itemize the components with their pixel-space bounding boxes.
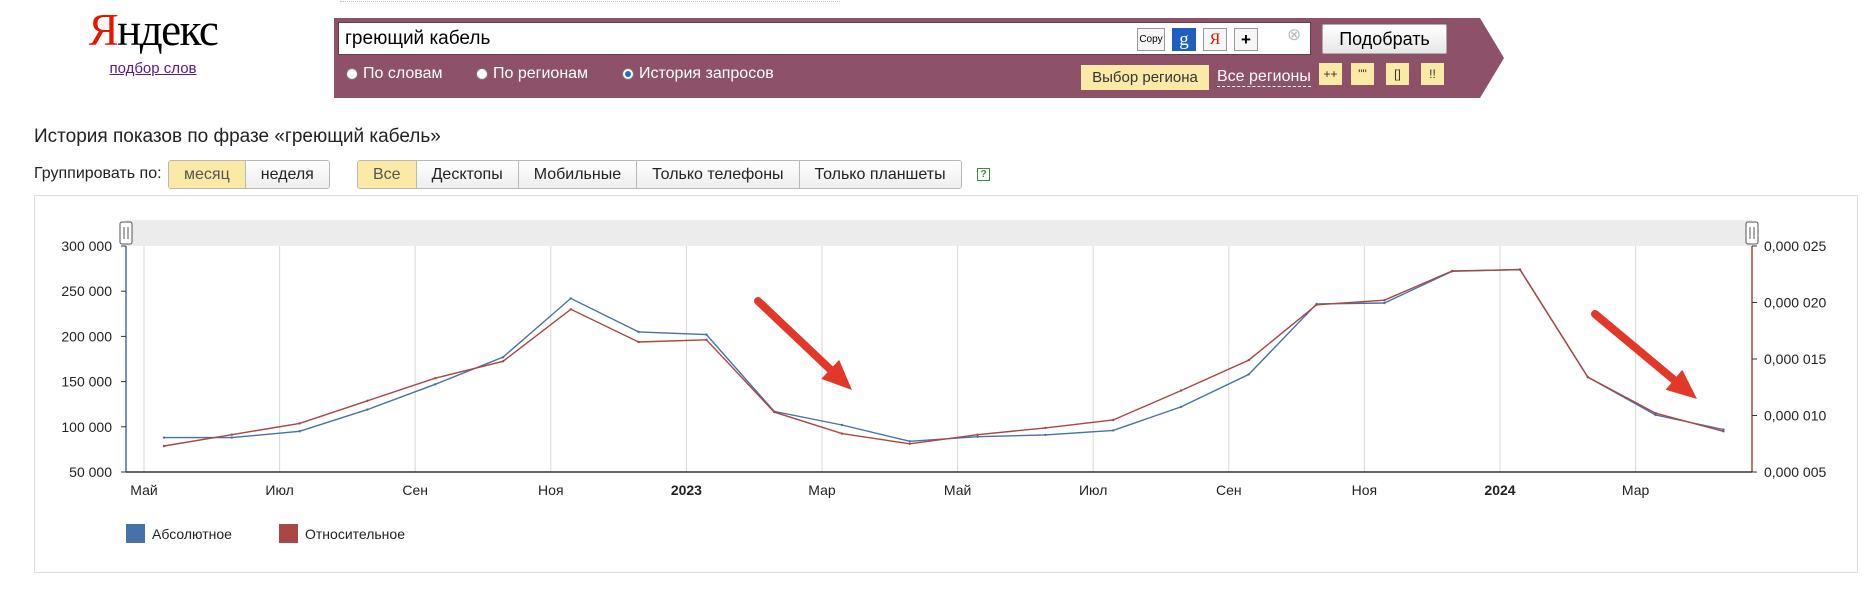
data-point-relative — [1722, 430, 1725, 433]
x-tick-label: Сен — [402, 482, 428, 498]
data-point-absolute — [1044, 433, 1047, 437]
data-point-relative — [1383, 299, 1386, 302]
data-point-relative — [1179, 389, 1183, 392]
annotation-arrow-icon-shaft — [754, 297, 835, 374]
data-point-absolute — [434, 383, 437, 386]
data-point-absolute — [366, 408, 369, 411]
data-point-relative — [840, 432, 844, 435]
data-point-absolute — [637, 330, 640, 334]
data-point-relative — [1518, 268, 1522, 271]
y-right-tick-label: 0,000 020 — [1764, 295, 1826, 311]
data-point-absolute — [1247, 373, 1251, 376]
y-right-tick-label: 0,000 005 — [1764, 464, 1826, 480]
data-point-absolute — [230, 436, 233, 439]
x-tick-label: Сен — [1216, 482, 1242, 498]
annotation-arrow-icon-shaft — [1591, 310, 1678, 384]
data-point-relative — [976, 433, 979, 436]
x-tick-label: 2024 — [1484, 482, 1515, 498]
y-right-tick-label: 0,000 015 — [1764, 351, 1826, 367]
data-point-relative — [908, 442, 911, 445]
legend-item-relative[interactable]: Относительное — [279, 524, 405, 543]
x-tick-label: Ноя — [1352, 482, 1377, 498]
data-point-relative — [705, 338, 708, 341]
series-line-relative — [163, 268, 1724, 447]
x-tick-label: Мар — [808, 482, 836, 498]
data-point-relative — [1451, 269, 1454, 273]
data-point-relative — [366, 399, 369, 402]
history-line-chart: 300 000 250 000 200 000 150 000 100 000 50 00… — [61, 220, 1826, 498]
range-handle-right-icon[interactable] — [1745, 221, 1759, 245]
range-handle-left-icon[interactable] — [119, 221, 133, 245]
data-point-absolute — [501, 356, 505, 359]
y-left-tick-label: 100 000 — [61, 419, 112, 435]
data-point-absolute — [298, 430, 301, 433]
data-point-relative — [298, 422, 301, 425]
y-right-tick-label: 0,000 010 — [1764, 408, 1826, 424]
legend-swatch — [279, 524, 298, 543]
data-point-relative — [501, 360, 505, 363]
data-point-relative — [230, 433, 233, 436]
y-left-tick-label: 200 000 — [61, 328, 112, 344]
data-point-relative — [1247, 358, 1251, 362]
x-tick-label: Июл — [1079, 482, 1107, 498]
y-left-tick-label: 250 000 — [61, 283, 112, 299]
legend-swatch — [126, 524, 145, 543]
data-point-relative — [1315, 303, 1318, 306]
data-point-relative — [1586, 375, 1590, 379]
y-left-tick-label: 300 000 — [61, 238, 112, 254]
y-right-tick-label: 0,000 025 — [1764, 238, 1826, 254]
x-tick-label: Май — [130, 482, 157, 498]
x-tick-label: 2023 — [671, 482, 702, 498]
data-point-relative — [637, 340, 640, 344]
y-left-tick-label: 50 000 — [69, 464, 112, 480]
range-navigator-strip — [126, 220, 1752, 246]
data-point-relative — [1654, 412, 1657, 415]
x-tick-label: Июл — [265, 482, 293, 498]
data-point-relative — [773, 410, 776, 414]
data-point-relative — [162, 444, 166, 448]
data-point-absolute — [705, 333, 708, 336]
y-left-tick-label: 150 000 — [61, 374, 112, 390]
data-point-relative — [569, 308, 572, 311]
data-point-relative — [1112, 418, 1115, 422]
data-point-absolute — [1383, 301, 1386, 305]
data-point-absolute — [908, 440, 911, 443]
x-tick-label: Мар — [1622, 482, 1650, 498]
data-point-absolute — [840, 423, 844, 427]
series-line-absolute — [164, 268, 1724, 443]
x-tick-label: Ноя — [538, 482, 563, 498]
data-point-relative — [1044, 426, 1047, 430]
data-point-absolute — [1179, 405, 1183, 409]
data-point-absolute — [162, 436, 166, 439]
x-tick-label: Май — [944, 482, 971, 498]
data-point-absolute — [1112, 429, 1115, 432]
data-point-relative — [434, 377, 437, 380]
data-point-absolute — [569, 297, 572, 300]
legend-item-absolute[interactable]: Абсолютное — [126, 524, 232, 543]
